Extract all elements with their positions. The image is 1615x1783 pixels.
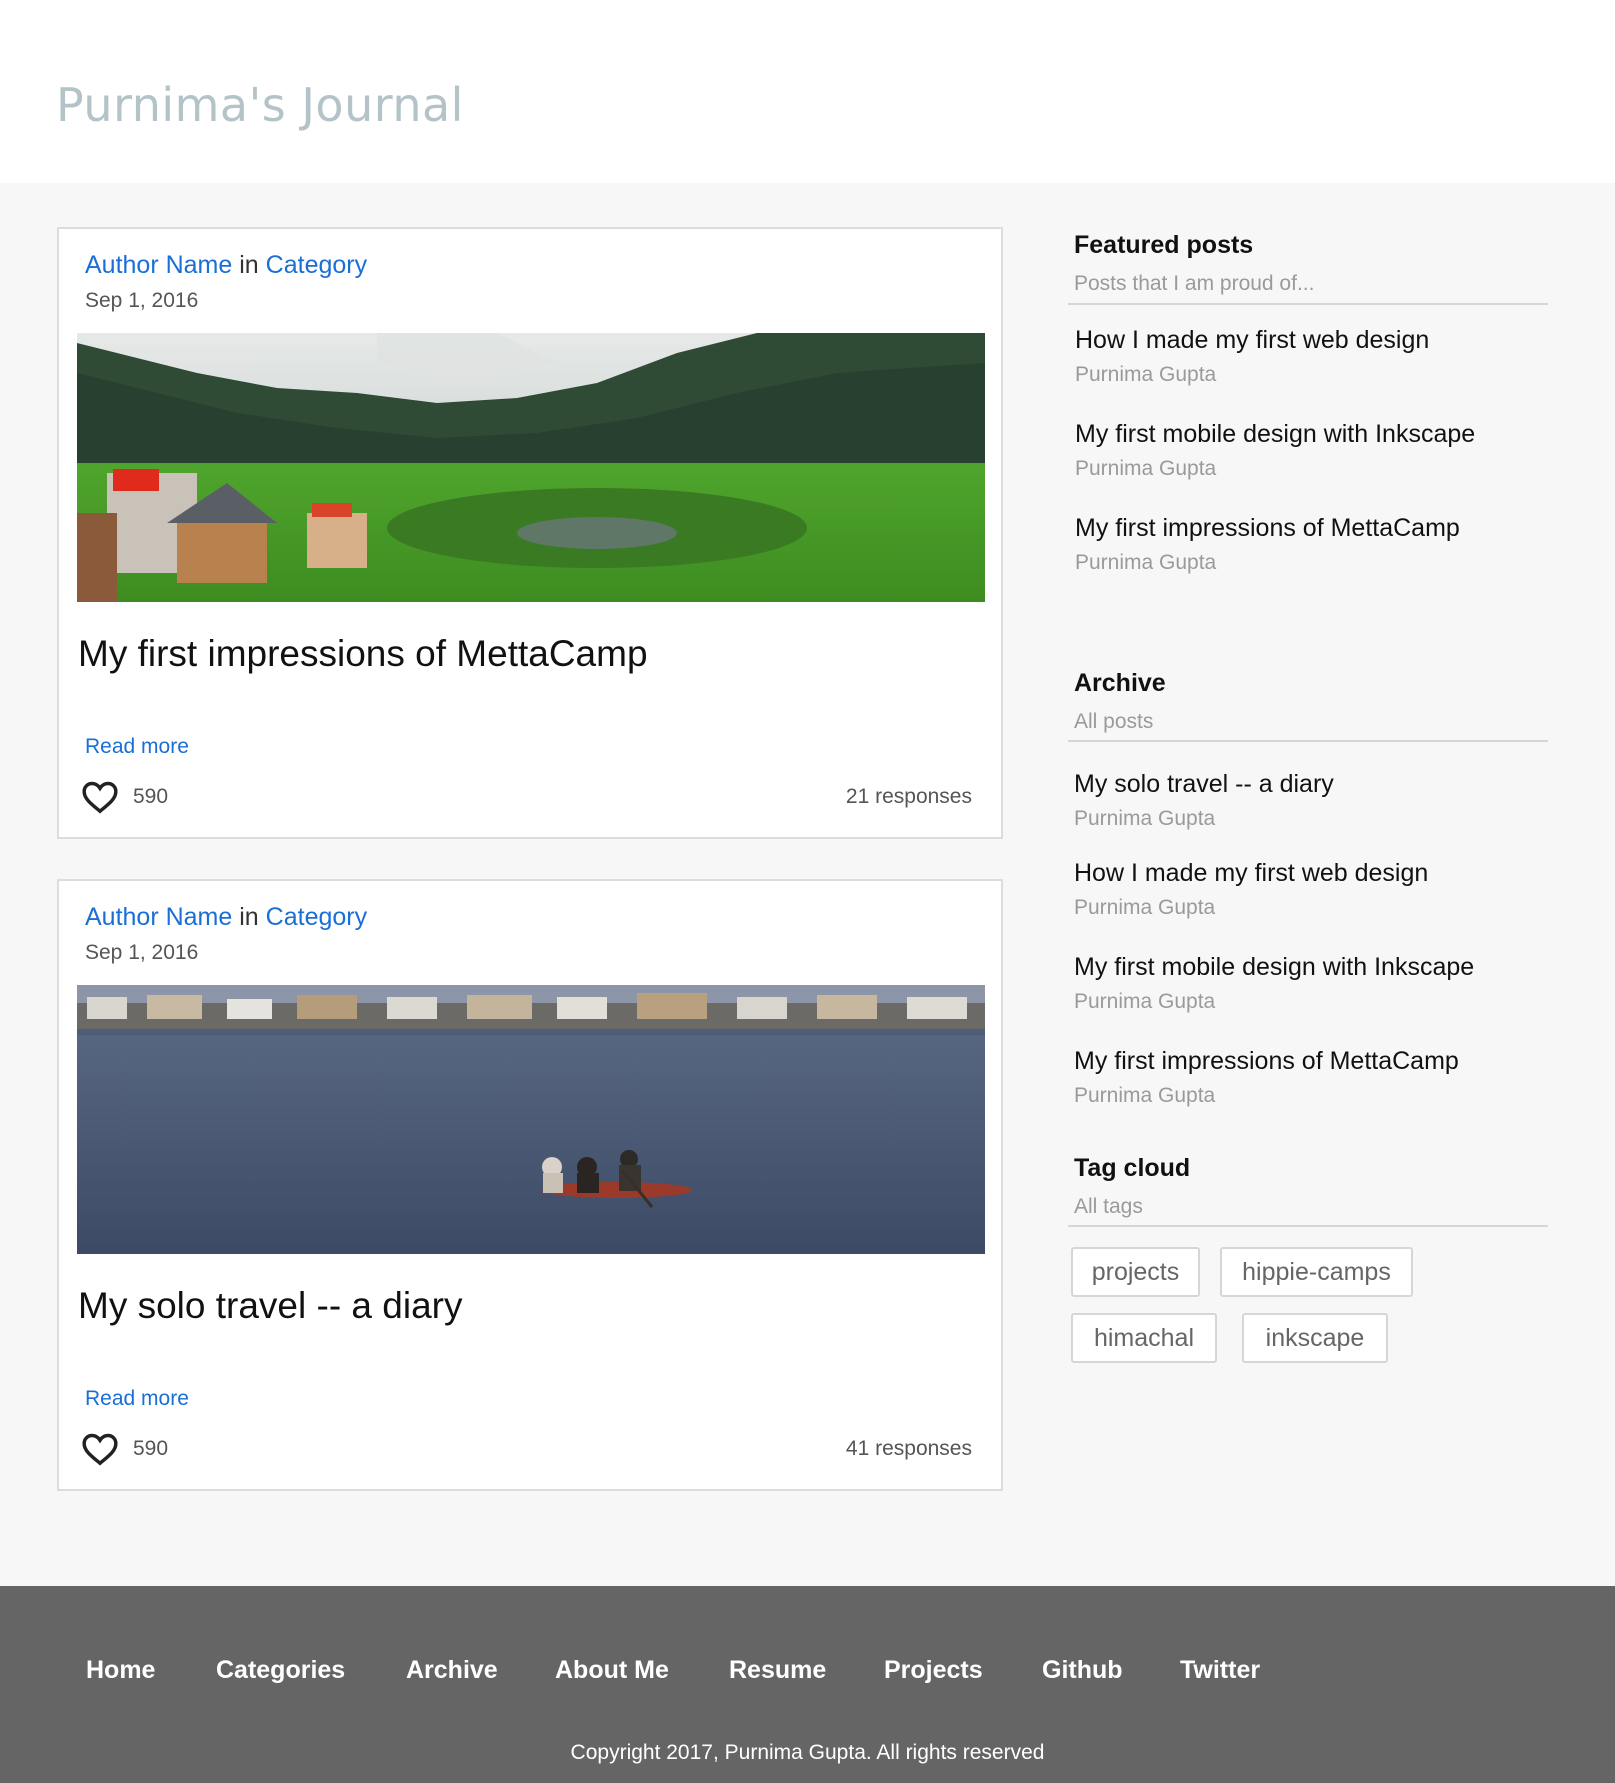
- tag-inkscape[interactable]: inkscape: [1242, 1313, 1388, 1363]
- like-count: 590: [133, 1437, 169, 1460]
- footer-link-twitter[interactable]: Twitter: [1180, 1656, 1260, 1685]
- tag-cloud-subheading: All tags: [1074, 1195, 1143, 1218]
- responses-count[interactable]: 21 responses: [846, 785, 972, 809]
- tag-cloud-heading: Tag cloud: [1074, 1154, 1191, 1182]
- tag-himachal[interactable]: himachal: [1071, 1313, 1217, 1363]
- site-header: Purnima's Journal: [0, 0, 1615, 183]
- in-label: in: [239, 903, 259, 931]
- post-title[interactable]: My first impressions of MettaCamp: [78, 633, 648, 675]
- read-more-link[interactable]: Read more: [85, 735, 189, 759]
- archive-heading: Archive: [1074, 669, 1166, 697]
- archive-post-author: Purnima Gupta: [1074, 1084, 1216, 1107]
- featured-divider: [1068, 303, 1548, 305]
- archive-divider: [1068, 740, 1548, 742]
- footer-link-categories[interactable]: Categories: [216, 1656, 345, 1685]
- tag-cloud-divider: [1068, 1225, 1548, 1227]
- post-meta: Author Name in Category: [85, 903, 367, 932]
- archive-post-author: Purnima Gupta: [1074, 896, 1216, 919]
- responses-count[interactable]: 41 responses: [846, 1437, 972, 1461]
- read-more-link[interactable]: Read more: [85, 1387, 189, 1411]
- featured-heading: Featured posts: [1074, 231, 1254, 259]
- featured-post-link[interactable]: My first mobile design with Inkscape: [1075, 420, 1475, 449]
- footer-link-about-me[interactable]: About Me: [555, 1656, 669, 1685]
- author-link[interactable]: Author Name: [85, 251, 232, 279]
- heart-outline-icon[interactable]: [81, 1431, 119, 1467]
- post-meta: Author Name in Category: [85, 251, 367, 280]
- featured-post-author: Purnima Gupta: [1075, 457, 1217, 480]
- featured-subheading: Posts that I am proud of...: [1074, 272, 1315, 295]
- category-link[interactable]: Category: [266, 251, 367, 279]
- archive-post-link[interactable]: My first mobile design with Inkscape: [1074, 953, 1474, 982]
- archive-subheading: All posts: [1074, 710, 1154, 733]
- post-date: Sep 1, 2016: [85, 289, 199, 312]
- in-label: in: [239, 251, 259, 279]
- tag-projects[interactable]: projects: [1071, 1247, 1200, 1297]
- tag-hippie-camps[interactable]: hippie-camps: [1220, 1247, 1413, 1297]
- archive-post-link[interactable]: How I made my first web design: [1074, 859, 1428, 888]
- archive-post-link[interactable]: My solo travel -- a diary: [1074, 770, 1334, 799]
- archive-post-link[interactable]: My first impressions of MettaCamp: [1074, 1047, 1459, 1076]
- footer-link-github[interactable]: Github: [1042, 1656, 1123, 1685]
- post-date: Sep 1, 2016: [85, 941, 199, 964]
- copyright-text: Copyright 2017, Purnima Gupta. All right…: [570, 1741, 1045, 1764]
- site-footer: Home Categories Archive About Me Resume …: [0, 1586, 1615, 1783]
- author-link[interactable]: Author Name: [85, 903, 232, 931]
- post-image-meadow[interactable]: [77, 333, 985, 602]
- heart-outline-icon[interactable]: [81, 779, 119, 815]
- post-title[interactable]: My solo travel -- a diary: [78, 1285, 463, 1327]
- post-image-lake[interactable]: [77, 985, 985, 1254]
- featured-post-author: Purnima Gupta: [1075, 363, 1217, 386]
- post-card: Author Name in Category Sep 1, 2016: [57, 879, 1003, 1491]
- footer-link-archive[interactable]: Archive: [406, 1656, 498, 1685]
- post-card: Author Name in Category Sep 1, 2016: [57, 227, 1003, 839]
- featured-post-link[interactable]: How I made my first web design: [1075, 326, 1429, 355]
- footer-link-home[interactable]: Home: [86, 1656, 155, 1685]
- category-link[interactable]: Category: [266, 903, 367, 931]
- archive-post-author: Purnima Gupta: [1074, 807, 1216, 830]
- like-count: 590: [133, 785, 169, 808]
- site-title[interactable]: Purnima's Journal: [56, 78, 464, 132]
- footer-link-projects[interactable]: Projects: [884, 1656, 983, 1685]
- footer-link-resume[interactable]: Resume: [729, 1656, 826, 1685]
- archive-post-author: Purnima Gupta: [1074, 990, 1216, 1013]
- featured-post-author: Purnima Gupta: [1075, 551, 1217, 574]
- featured-post-link[interactable]: My first impressions of MettaCamp: [1075, 514, 1460, 543]
